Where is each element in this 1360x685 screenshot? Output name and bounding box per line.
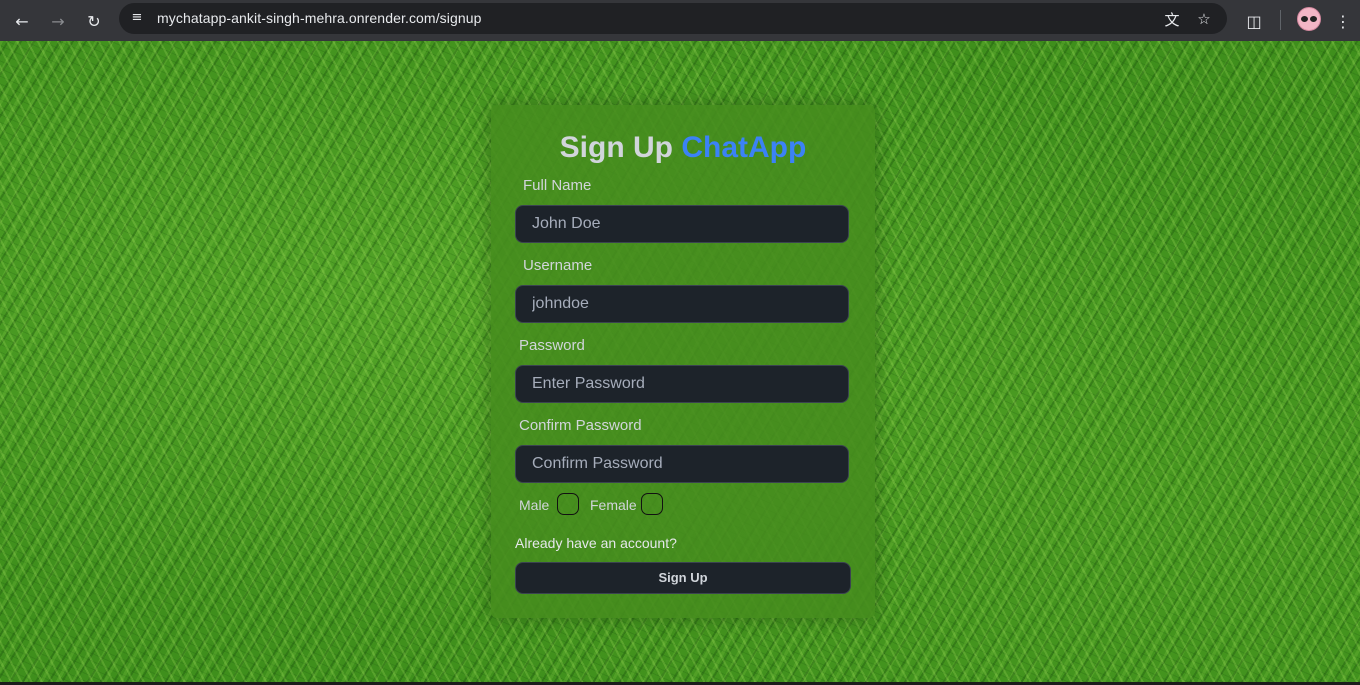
signup-card: Sign Up ChatApp Full Name Username Passw… [491,105,875,618]
browser-toolbar: ← → ↻ ≡ mychatapp-ankit-singh-mehra.onre… [0,0,1360,41]
reload-button[interactable]: ↻ [79,6,109,36]
extensions-button[interactable]: ◫ [1239,6,1269,36]
signup-button[interactable]: Sign Up [515,562,851,594]
reload-icon: ↻ [87,11,101,31]
full-name-label: Full Name [523,177,592,194]
translate-icon[interactable]: 文 [1161,8,1183,30]
full-name-input[interactable] [515,205,849,243]
password-label: Password [519,337,585,354]
female-checkbox[interactable] [641,493,663,515]
arrow-right-icon: → [51,11,65,31]
address-bar[interactable]: ≡ mychatapp-ankit-singh-mehra.onrender.c… [119,3,1227,34]
avatar[interactable] [1297,7,1321,31]
confirm-password-input[interactable] [515,445,849,483]
password-input[interactable] [515,365,849,403]
male-checkbox[interactable] [557,493,579,515]
arrow-left-icon: ← [15,11,29,31]
login-link[interactable]: Already have an account? [515,535,677,551]
username-label: Username [523,257,593,274]
page-title: Sign Up ChatApp [491,131,875,165]
browser-menu-button[interactable]: ⋮ [1328,6,1358,36]
toolbar-divider [1280,10,1281,30]
confirm-password-label: Confirm Password [519,417,642,434]
female-label: Female [590,497,637,513]
male-label: Male [519,497,550,513]
star-icon[interactable]: ☆ [1193,8,1215,30]
title-prefix: Sign Up [559,131,673,164]
puzzle-icon: ◫ [1246,11,1262,31]
back-button[interactable]: ← [7,6,37,36]
brand-name: ChatApp [681,131,807,164]
kebab-menu-icon: ⋮ [1335,11,1351,31]
username-input[interactable] [515,285,849,323]
tune-icon[interactable]: ≡ [129,10,145,26]
url-text[interactable]: mychatapp-ankit-singh-mehra.onrender.com… [157,10,482,26]
forward-button[interactable]: → [43,6,73,36]
